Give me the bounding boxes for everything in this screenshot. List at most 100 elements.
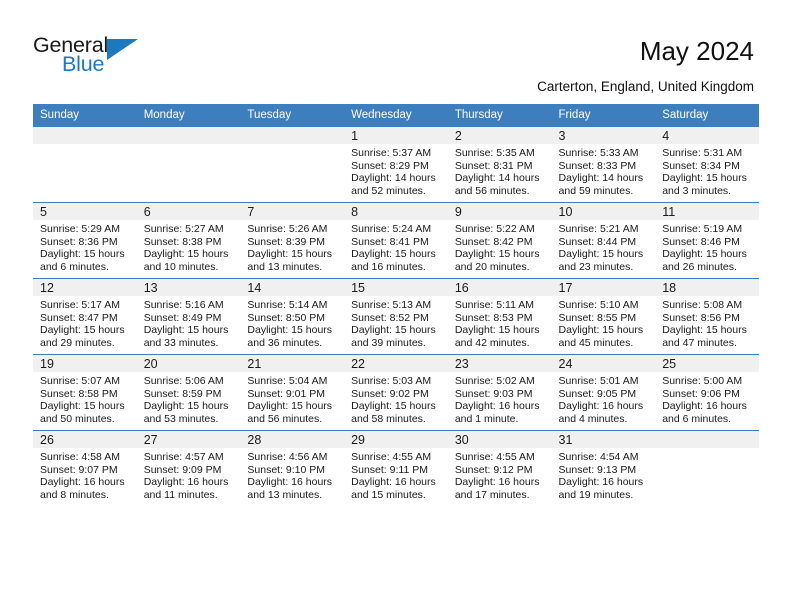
calendar-day-cell[interactable]: 27 Sunrise: 4:57 AM Sunset: 9:09 PM Dayl… — [136, 430, 241, 506]
calendar-day-cell[interactable]: 7 Sunrise: 5:26 AM Sunset: 8:39 PM Dayli… — [240, 202, 345, 279]
calendar-day-cell[interactable]: 13 Sunrise: 5:16 AM Sunset: 8:49 PM Dayl… — [136, 278, 241, 355]
calendar-day-cell[interactable]: 14 Sunrise: 5:14 AM Sunset: 8:50 PM Dayl… — [240, 278, 345, 355]
sunrise-text: Sunrise: 5:13 AM — [351, 299, 432, 311]
day-details: Sunrise: 5:10 AM Sunset: 8:55 PM Dayligh… — [552, 296, 656, 349]
day-details: Sunrise: 5:00 AM Sunset: 9:06 PM Dayligh… — [655, 372, 759, 425]
weekday-header-saturday: Saturday — [655, 104, 759, 127]
day-details: Sunrise: 5:16 AM Sunset: 8:49 PM Dayligh… — [137, 296, 241, 349]
calendar-day-cell[interactable]: 16 Sunrise: 5:11 AM Sunset: 8:53 PM Dayl… — [447, 278, 552, 355]
calendar-day-cell[interactable]: 31 Sunrise: 4:54 AM Sunset: 9:13 PM Dayl… — [551, 430, 656, 506]
day-details: Sunrise: 5:24 AM Sunset: 8:41 PM Dayligh… — [344, 220, 448, 273]
day-number: 21 — [240, 355, 345, 372]
day-details: Sunrise: 4:54 AM Sunset: 9:13 PM Dayligh… — [552, 448, 656, 501]
daylight-text-line1: Daylight: 15 hours — [40, 248, 125, 261]
calendar-day-cell[interactable]: 19 Sunrise: 5:07 AM Sunset: 8:58 PM Dayl… — [33, 354, 137, 431]
day-details: Sunrise: 5:26 AM Sunset: 8:39 PM Dayligh… — [240, 220, 344, 273]
day-details — [240, 144, 344, 147]
daylight-text-line1: Daylight: 14 hours — [351, 172, 436, 185]
daylight-text-line2: and 11 minutes. — [143, 488, 218, 501]
calendar-day-cell[interactable]: 21 Sunrise: 5:04 AM Sunset: 9:01 PM Dayl… — [240, 354, 345, 431]
day-details: Sunrise: 5:27 AM Sunset: 8:38 PM Dayligh… — [137, 220, 241, 273]
day-details: Sunrise: 5:21 AM Sunset: 8:44 PM Dayligh… — [552, 220, 656, 273]
day-details: Sunrise: 5:07 AM Sunset: 8:58 PM Dayligh… — [33, 372, 137, 425]
day-number: 20 — [136, 355, 241, 372]
weekday-header-monday: Monday — [136, 104, 241, 127]
daylight-text-line2: and 42 minutes. — [454, 336, 530, 349]
day-details: Sunrise: 5:14 AM Sunset: 8:50 PM Dayligh… — [240, 296, 344, 349]
calendar-day-cell[interactable] — [33, 126, 137, 203]
daylight-text-line2: and 26 minutes. — [662, 260, 737, 273]
daylight-text-line1: Daylight: 15 hours — [247, 248, 333, 261]
calendar-day-cell[interactable]: 9 Sunrise: 5:22 AM Sunset: 8:42 PM Dayli… — [447, 202, 552, 279]
day-details: Sunrise: 5:13 AM Sunset: 8:52 PM Dayligh… — [344, 296, 448, 349]
daylight-text-line2: and 15 minutes. — [351, 488, 426, 501]
calendar-day-cell[interactable]: 23 Sunrise: 5:02 AM Sunset: 9:03 PM Dayl… — [447, 354, 552, 431]
sunset-text: Sunset: 8:34 PM — [662, 159, 740, 172]
day-details: Sunrise: 5:02 AM Sunset: 9:03 PM Dayligh… — [448, 372, 552, 425]
calendar-day-cell[interactable]: 15 Sunrise: 5:13 AM Sunset: 8:52 PM Dayl… — [344, 278, 448, 355]
day-number: 13 — [136, 279, 241, 296]
day-details: Sunrise: 5:03 AM Sunset: 9:02 PM Dayligh… — [344, 372, 448, 425]
sunrise-text: Sunrise: 5:29 AM — [40, 223, 120, 235]
daylight-text-line1: Daylight: 15 hours — [40, 324, 125, 337]
calendar-day-cell[interactable]: 29 Sunrise: 4:55 AM Sunset: 9:11 PM Dayl… — [344, 430, 448, 506]
calendar-day-cell[interactable]: 6 Sunrise: 5:27 AM Sunset: 8:38 PM Dayli… — [136, 202, 241, 279]
page-title: May 2024 — [639, 36, 754, 66]
calendar-week-row: 1 Sunrise: 5:37 AM Sunset: 8:29 PM Dayli… — [33, 126, 759, 203]
calendar-day-cell[interactable] — [136, 126, 241, 203]
weekday-header-sunday: Sunday — [33, 104, 137, 127]
calendar-body: 1 Sunrise: 5:37 AM Sunset: 8:29 PM Dayli… — [33, 126, 759, 506]
calendar-week-row: 5 Sunrise: 5:29 AM Sunset: 8:36 PM Dayli… — [33, 202, 759, 279]
daylight-text-line2: and 16 minutes. — [351, 260, 426, 273]
calendar-day-cell[interactable]: 10 Sunrise: 5:21 AM Sunset: 8:44 PM Dayl… — [551, 202, 656, 279]
calendar-week-row: 19 Sunrise: 5:07 AM Sunset: 8:58 PM Dayl… — [33, 354, 759, 431]
logo-text-blue: Blue — [62, 52, 105, 76]
day-number: 27 — [136, 431, 241, 448]
daylight-text-line1: Daylight: 15 hours — [351, 248, 436, 261]
daylight-text-line2: and 36 minutes. — [247, 336, 323, 349]
daylight-text-line2: and 45 minutes. — [558, 336, 634, 349]
sunset-text: Sunset: 8:53 PM — [454, 311, 533, 324]
weekday-header-friday: Friday — [551, 104, 656, 127]
sunrise-text: Sunrise: 5:16 AM — [143, 299, 224, 311]
calendar-container: Sunday Monday Tuesday Wednesday Thursday… — [33, 104, 759, 506]
calendar-day-cell[interactable] — [655, 430, 759, 506]
sunrise-text: Sunrise: 5:31 AM — [662, 147, 743, 159]
sunrise-text: Sunrise: 5:26 AM — [247, 223, 328, 235]
calendar-day-cell[interactable]: 11 Sunrise: 5:19 AM Sunset: 8:46 PM Dayl… — [655, 202, 759, 279]
calendar-day-cell[interactable]: 2 Sunrise: 5:35 AM Sunset: 8:31 PM Dayli… — [447, 126, 552, 203]
daylight-text-line1: Daylight: 15 hours — [143, 400, 229, 413]
sunrise-text: Sunrise: 5:01 AM — [558, 375, 639, 387]
calendar-day-cell[interactable]: 26 Sunrise: 4:58 AM Sunset: 9:07 PM Dayl… — [33, 430, 137, 506]
daylight-text-line1: Daylight: 15 hours — [454, 324, 540, 337]
sunset-text: Sunset: 8:47 PM — [40, 311, 118, 324]
sunrise-text: Sunrise: 4:56 AM — [247, 451, 328, 463]
calendar-day-cell[interactable]: 24 Sunrise: 5:01 AM Sunset: 9:05 PM Dayl… — [551, 354, 656, 431]
sunrise-text: Sunrise: 4:55 AM — [351, 451, 432, 463]
daylight-text-line1: Daylight: 15 hours — [40, 400, 125, 413]
calendar-day-cell[interactable]: 25 Sunrise: 5:00 AM Sunset: 9:06 PM Dayl… — [655, 354, 759, 431]
calendar-day-cell[interactable]: 20 Sunrise: 5:06 AM Sunset: 8:59 PM Dayl… — [136, 354, 241, 431]
calendar-day-cell[interactable]: 28 Sunrise: 4:56 AM Sunset: 9:10 PM Dayl… — [240, 430, 345, 506]
calendar-day-cell[interactable]: 3 Sunrise: 5:33 AM Sunset: 8:33 PM Dayli… — [551, 126, 656, 203]
calendar-day-cell[interactable]: 1 Sunrise: 5:37 AM Sunset: 8:29 PM Dayli… — [344, 126, 448, 203]
day-number: 31 — [551, 431, 656, 448]
calendar-day-cell[interactable]: 17 Sunrise: 5:10 AM Sunset: 8:55 PM Dayl… — [551, 278, 656, 355]
calendar-day-cell[interactable]: 18 Sunrise: 5:08 AM Sunset: 8:56 PM Dayl… — [655, 278, 759, 355]
sunrise-text: Sunrise: 5:07 AM — [40, 375, 120, 387]
sunrise-text: Sunrise: 5:04 AM — [247, 375, 328, 387]
calendar-day-cell[interactable]: 4 Sunrise: 5:31 AM Sunset: 8:34 PM Dayli… — [655, 126, 759, 203]
daylight-text-line2: and 58 minutes. — [351, 412, 426, 425]
sunset-text: Sunset: 8:58 PM — [40, 387, 118, 400]
calendar-day-cell[interactable]: 12 Sunrise: 5:17 AM Sunset: 8:47 PM Dayl… — [33, 278, 137, 355]
calendar-day-cell[interactable]: 22 Sunrise: 5:03 AM Sunset: 9:02 PM Dayl… — [344, 354, 448, 431]
day-details: Sunrise: 4:56 AM Sunset: 9:10 PM Dayligh… — [240, 448, 344, 501]
calendar-day-cell[interactable]: 5 Sunrise: 5:29 AM Sunset: 8:36 PM Dayli… — [33, 202, 137, 279]
daylight-text-line1: Daylight: 15 hours — [247, 324, 333, 337]
calendar-day-cell[interactable]: 30 Sunrise: 4:55 AM Sunset: 9:12 PM Dayl… — [447, 430, 552, 506]
calendar-day-cell[interactable] — [240, 126, 345, 203]
calendar-day-cell[interactable]: 8 Sunrise: 5:24 AM Sunset: 8:41 PM Dayli… — [344, 202, 448, 279]
day-details: Sunrise: 5:31 AM Sunset: 8:34 PM Dayligh… — [655, 144, 759, 197]
day-details: Sunrise: 5:01 AM Sunset: 9:05 PM Dayligh… — [552, 372, 656, 425]
sunset-text: Sunset: 9:13 PM — [558, 463, 637, 476]
